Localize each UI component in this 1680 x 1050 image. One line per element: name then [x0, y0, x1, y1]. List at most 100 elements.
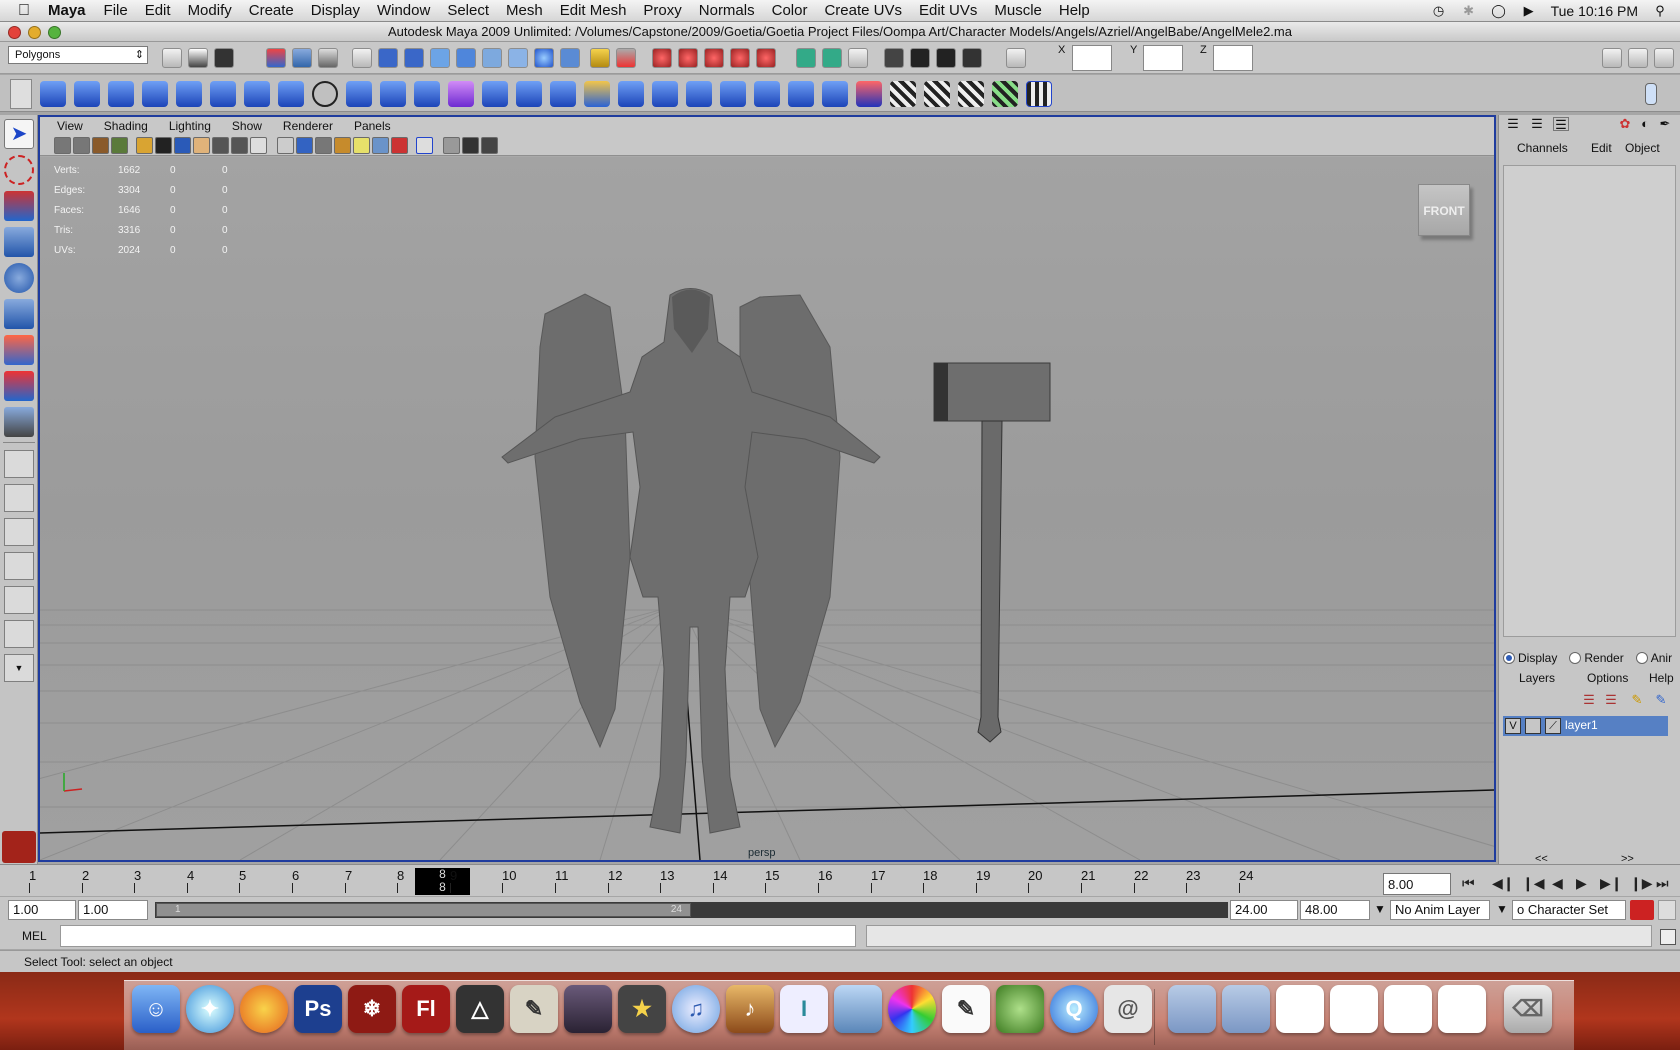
xray-components-icon[interactable] [481, 137, 498, 154]
poly-pipe-icon[interactable] [278, 81, 304, 107]
menu-edit-mesh[interactable]: Edit Mesh [560, 2, 627, 19]
downloads-folder-icon[interactable] [1222, 985, 1270, 1033]
layer-playback-toggle[interactable] [1525, 718, 1541, 734]
select-deformations-icon[interactable] [482, 48, 502, 68]
poly-cube-icon[interactable] [74, 81, 100, 107]
go-to-end-icon[interactable]: ⏭ [1656, 875, 1669, 892]
output-history-icon[interactable] [822, 48, 842, 68]
unity-icon[interactable]: △ [456, 985, 504, 1033]
tool-settings-toggle-icon[interactable]: ☰ [1553, 117, 1569, 132]
iphoto-icon[interactable] [834, 985, 882, 1033]
scene-canvas[interactable] [40, 157, 1494, 860]
menu-proxy[interactable]: Proxy [643, 2, 681, 19]
flash-icon[interactable]: Fl [402, 985, 450, 1033]
safe-title-icon[interactable] [250, 137, 267, 154]
highlight-selection-icon[interactable] [616, 48, 636, 68]
open-scene-icon[interactable] [188, 48, 208, 68]
poke-icon[interactable] [822, 81, 848, 107]
xray-icon[interactable] [443, 137, 460, 154]
combine-icon[interactable] [346, 81, 372, 107]
input-line-menu-icon[interactable] [1006, 48, 1026, 68]
snap-point-icon[interactable] [704, 48, 724, 68]
hypershade-layout-icon[interactable] [4, 586, 34, 614]
zoom-window-button[interactable] [48, 26, 61, 39]
render-current-icon[interactable] [910, 48, 930, 68]
character-set-dropdown[interactable]: o Character Set [1512, 900, 1626, 920]
viewport-persp[interactable]: Verts: 1662 0 0 Edges: 3304 0 0 Faces: 1646 0 0 T… [40, 157, 1494, 860]
shadows-icon[interactable] [372, 137, 389, 154]
radio-anim[interactable] [1635, 652, 1648, 664]
layers-menu-help[interactable]: Help [1649, 671, 1674, 685]
film-gate-icon[interactable] [155, 137, 172, 154]
maya-dock-icon[interactable]: ❄ [348, 985, 396, 1033]
script-editor-dock-icon[interactable]: ✎ [510, 985, 558, 1033]
pin-icon[interactable]: ✒ [1657, 117, 1673, 131]
channel-box-area[interactable] [1503, 165, 1676, 637]
new-layer-selected-icon[interactable]: ✎ [1653, 693, 1669, 707]
bookmarks-icon[interactable] [92, 137, 109, 154]
select-camera-icon[interactable] [54, 137, 71, 154]
range-slider-handle[interactable]: 1 24 [156, 903, 691, 917]
xray-joints-icon[interactable] [462, 137, 479, 154]
new-scene-icon[interactable] [162, 48, 182, 68]
gate-mask-icon[interactable] [193, 137, 210, 154]
move-layer-up-icon[interactable]: ☰ [1581, 693, 1597, 707]
menu-edit[interactable]: Edit [145, 2, 171, 19]
collapse-icon[interactable] [754, 81, 780, 107]
camera-attributes-icon[interactable] [73, 137, 90, 154]
anim-start-field[interactable]: 1.00 [8, 900, 76, 920]
play-forwards-icon[interactable]: ▶ [1576, 875, 1587, 892]
poly-helix-icon[interactable] [312, 81, 338, 107]
use-all-lights-icon[interactable] [353, 137, 370, 154]
menu-normals[interactable]: Normals [699, 2, 755, 19]
select-misc-icon[interactable] [560, 48, 580, 68]
maya-logo-icon[interactable] [2, 831, 36, 863]
bevel-icon[interactable] [686, 81, 712, 107]
smooth-icon[interactable] [414, 81, 440, 107]
menu-display[interactable]: Display [311, 2, 360, 19]
step-forward-key-icon[interactable]: ▶❙ [1600, 875, 1623, 892]
channel-box-menu-object[interactable]: Object [1625, 141, 1660, 155]
select-rendering-icon[interactable] [534, 48, 554, 68]
isolate-select-icon[interactable] [416, 137, 433, 154]
wedge-icon[interactable] [788, 81, 814, 107]
select-surfaces-icon[interactable] [456, 48, 476, 68]
warcraft-icon[interactable] [564, 985, 612, 1033]
select-component-icon[interactable] [318, 48, 338, 68]
script-icon[interactable]: I [780, 985, 828, 1033]
automatic-map-icon[interactable] [992, 81, 1018, 107]
imovie-icon[interactable]: ★ [618, 985, 666, 1033]
wireframe-on-shaded-icon[interactable] [315, 137, 332, 154]
minimized-window-icon[interactable] [1276, 985, 1324, 1033]
layer-mode-display[interactable]: Display [1503, 651, 1557, 665]
minimized-window-icon[interactable] [1384, 985, 1432, 1033]
render-view-icon[interactable] [884, 48, 904, 68]
snap-curve-icon[interactable] [678, 48, 698, 68]
single-pane-layout-icon[interactable] [4, 450, 34, 478]
current-time-field[interactable]: 8.00 [1383, 873, 1451, 895]
menubar-clock[interactable]: Tue 10:16 PM [1551, 3, 1638, 19]
split-polygon-icon[interactable] [584, 81, 610, 107]
anim-layer-dropdown-arrow-icon[interactable]: ▼ [1374, 902, 1386, 916]
view-cube[interactable]: FRONT [1418, 184, 1470, 236]
lasso-tool-icon[interactable] [4, 155, 34, 185]
poly-plane-icon[interactable] [176, 81, 202, 107]
channel-box-toggle-icon[interactable]: ☰ [1505, 117, 1521, 131]
menu-mesh[interactable]: Mesh [506, 2, 543, 19]
panel-menu-renderer[interactable]: Renderer [283, 119, 333, 133]
layer-visibility-toggle[interactable]: V [1505, 718, 1521, 734]
minimized-window-icon[interactable] [1330, 985, 1378, 1033]
auto-key-icon[interactable] [1630, 900, 1654, 920]
shelf-menu-button[interactable] [10, 79, 32, 109]
poly-cone-icon[interactable] [142, 81, 168, 107]
uv-texture-editor-icon[interactable] [1026, 81, 1052, 107]
safari-icon[interactable]: ✦ [186, 985, 234, 1033]
mask-menu-icon[interactable] [352, 48, 372, 68]
extrude-icon[interactable] [482, 81, 508, 107]
range-slider-bar[interactable]: 1 24 [155, 902, 1228, 918]
range-end-field[interactable]: 24.00 [1230, 900, 1298, 920]
close-window-button[interactable] [8, 26, 21, 39]
app-menu[interactable]: Maya [48, 2, 86, 19]
select-handles-icon[interactable] [378, 48, 398, 68]
trash-icon[interactable]: ⌫ [1504, 985, 1552, 1033]
